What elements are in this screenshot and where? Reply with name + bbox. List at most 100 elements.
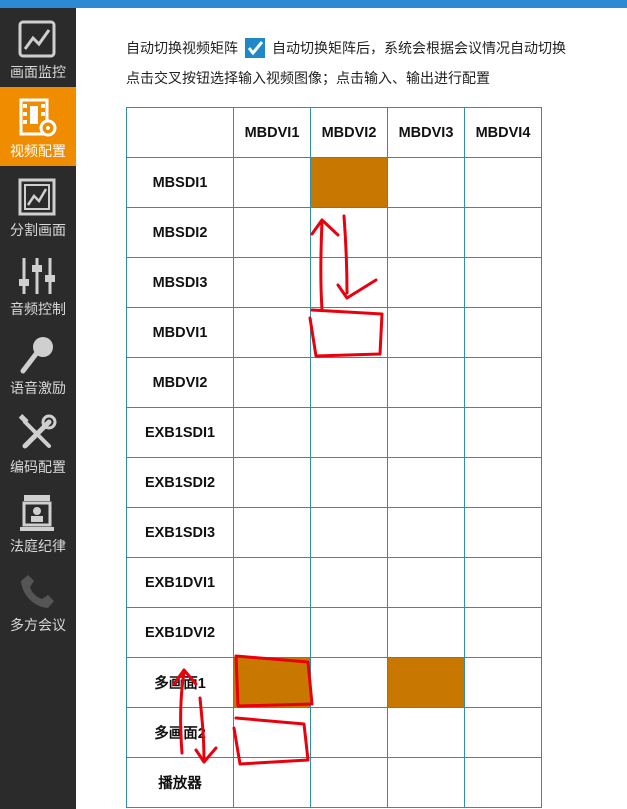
output-header-mbdvi1[interactable]: MBDVI1: [233, 107, 311, 158]
auto-switch-row: 自动切换视频矩阵 自动切换矩阵后，系统会根据会议情况自动切换: [126, 36, 566, 60]
matrix-cross-cell[interactable]: [464, 507, 542, 558]
matrix-cross-cell[interactable]: [310, 507, 388, 558]
matrix-cross-cell[interactable]: [233, 507, 311, 558]
matrix-cross-cell[interactable]: [310, 607, 388, 658]
matrix-cross-cell[interactable]: [387, 207, 465, 258]
matrix-cross-cell[interactable]: [233, 707, 311, 758]
court-discipline-icon: [20, 495, 54, 531]
matrix-cross-cell[interactable]: [310, 157, 388, 208]
input-header-cell[interactable]: EXB1SDI1: [126, 407, 234, 458]
input-header-cell[interactable]: MBDVI1: [126, 307, 234, 358]
matrix-cross-cell[interactable]: [464, 307, 542, 358]
input-header-cell[interactable]: MBDVI2: [126, 357, 234, 408]
auto-switch-checkbox[interactable]: [244, 37, 266, 59]
input-header-cell[interactable]: EXB1DVI2: [126, 607, 234, 658]
matrix-cross-cell[interactable]: [387, 257, 465, 308]
matrix-row: MBDVI2: [126, 357, 542, 408]
matrix-cross-cell[interactable]: [387, 607, 465, 658]
matrix-cross-cell[interactable]: [233, 557, 311, 608]
matrix-cross-cell[interactable]: [387, 507, 465, 558]
output-header-mbdvi4[interactable]: MBDVI4: [464, 107, 542, 158]
matrix-cross-cell[interactable]: [233, 607, 311, 658]
matrix-cross-cell[interactable]: [310, 657, 388, 708]
main-content: 自动切换视频矩阵 自动切换矩阵后，系统会根据会议情况自动切换 点击交叉按钮选择输…: [76, 8, 627, 809]
input-header-cell[interactable]: 播放器: [126, 757, 234, 808]
matrix-cross-cell[interactable]: [464, 207, 542, 258]
matrix-cross-cell[interactable]: [310, 357, 388, 408]
matrix-cross-cell[interactable]: [233, 157, 311, 208]
matrix-row: 多画面2: [126, 707, 542, 758]
matrix-cross-cell[interactable]: [233, 207, 311, 258]
matrix-cross-cell[interactable]: [387, 657, 465, 708]
matrix-cross-cell[interactable]: [310, 757, 388, 808]
sidebar-item-label: 视频配置: [10, 144, 66, 160]
matrix-cross-cell[interactable]: [464, 657, 542, 708]
matrix-cross-cell[interactable]: [387, 557, 465, 608]
input-header-cell[interactable]: EXB1DVI1: [126, 557, 234, 608]
matrix-cross-cell[interactable]: [310, 707, 388, 758]
input-header-cell[interactable]: MBSDI3: [126, 257, 234, 308]
matrix-row: MBSDI2: [126, 207, 542, 258]
matrix-cross-cell[interactable]: [310, 207, 388, 258]
matrix-cross-cell[interactable]: [233, 657, 311, 708]
matrix-cross-cell[interactable]: [233, 457, 311, 508]
matrix-cross-cell[interactable]: [387, 157, 465, 208]
matrix-cross-cell[interactable]: [464, 707, 542, 758]
phone-icon: [21, 575, 54, 608]
sidebar-item-encoding[interactable]: 编码配置: [0, 403, 76, 482]
matrix-cross-cell[interactable]: [233, 357, 311, 408]
sidebar-item-court[interactable]: 法庭纪律: [0, 482, 76, 561]
sidebar-item-video-config[interactable]: 视频配置: [0, 87, 76, 166]
video-matrix-table: MBDVI1 MBDVI2 MBDVI3 MBDVI4 MBSDI1 MBSDI2…: [126, 107, 542, 808]
audio-sliders-icon: [19, 258, 55, 294]
matrix-cross-cell[interactable]: [464, 257, 542, 308]
matrix-cross-cell[interactable]: [387, 757, 465, 808]
matrix-cross-cell[interactable]: [464, 757, 542, 808]
matrix-row: EXB1SDI2: [126, 457, 542, 508]
matrix-cross-cell[interactable]: [464, 407, 542, 458]
wrench-screwdriver-icon: [18, 414, 57, 449]
input-header-cell[interactable]: EXB1SDI2: [126, 457, 234, 508]
matrix-cross-cell[interactable]: [310, 257, 388, 308]
matrix-row: EXB1DVI1: [126, 557, 542, 608]
input-header-cell[interactable]: 多画面1: [126, 657, 234, 708]
matrix-cross-cell[interactable]: [233, 257, 311, 308]
matrix-cross-cell[interactable]: [233, 757, 311, 808]
matrix-cross-cell[interactable]: [387, 307, 465, 358]
sidebar-item-conference[interactable]: 多方会议: [0, 561, 76, 640]
output-header-mbdvi2[interactable]: MBDVI2: [310, 107, 388, 158]
top-accent-bar: [0, 0, 627, 8]
sidebar-item-audio[interactable]: 音频控制: [0, 245, 76, 324]
matrix-cross-cell[interactable]: [310, 407, 388, 458]
matrix-cross-cell[interactable]: [464, 557, 542, 608]
matrix-row: MBSDI1: [126, 157, 542, 208]
input-header-cell[interactable]: MBSDI2: [126, 207, 234, 258]
input-header-cell[interactable]: MBSDI1: [126, 157, 234, 208]
sidebar-item-voice[interactable]: 语音激励: [0, 324, 76, 403]
matrix-cross-cell[interactable]: [464, 357, 542, 408]
matrix-cross-cell[interactable]: [310, 457, 388, 508]
input-header-cell[interactable]: EXB1SDI3: [126, 507, 234, 558]
matrix-cross-cell[interactable]: [464, 157, 542, 208]
microphone-icon: [20, 337, 53, 374]
matrix-cross-cell[interactable]: [464, 607, 542, 658]
split-screen-icon: [18, 178, 56, 216]
matrix-cross-cell[interactable]: [233, 307, 311, 358]
matrix-cross-cell[interactable]: [387, 457, 465, 508]
sidebar-item-label: 多方会议: [10, 618, 66, 634]
matrix-row: MBDVI1: [126, 307, 542, 358]
matrix-cross-cell[interactable]: [387, 357, 465, 408]
matrix-cross-cell[interactable]: [387, 407, 465, 458]
matrix-corner-cell: [126, 107, 234, 158]
sidebar-item-split-screen[interactable]: 分割画面: [0, 166, 76, 245]
sidebar-item-monitor[interactable]: 画面监控: [0, 8, 76, 87]
matrix-cross-cell[interactable]: [464, 457, 542, 508]
output-header-mbdvi3[interactable]: MBDVI3: [387, 107, 465, 158]
monitor-chart-icon: [18, 20, 56, 58]
matrix-row: 播放器: [126, 757, 542, 808]
matrix-cross-cell[interactable]: [310, 307, 388, 358]
input-header-cell[interactable]: 多画面2: [126, 707, 234, 758]
matrix-cross-cell[interactable]: [233, 407, 311, 458]
matrix-cross-cell[interactable]: [310, 557, 388, 608]
matrix-cross-cell[interactable]: [387, 707, 465, 758]
